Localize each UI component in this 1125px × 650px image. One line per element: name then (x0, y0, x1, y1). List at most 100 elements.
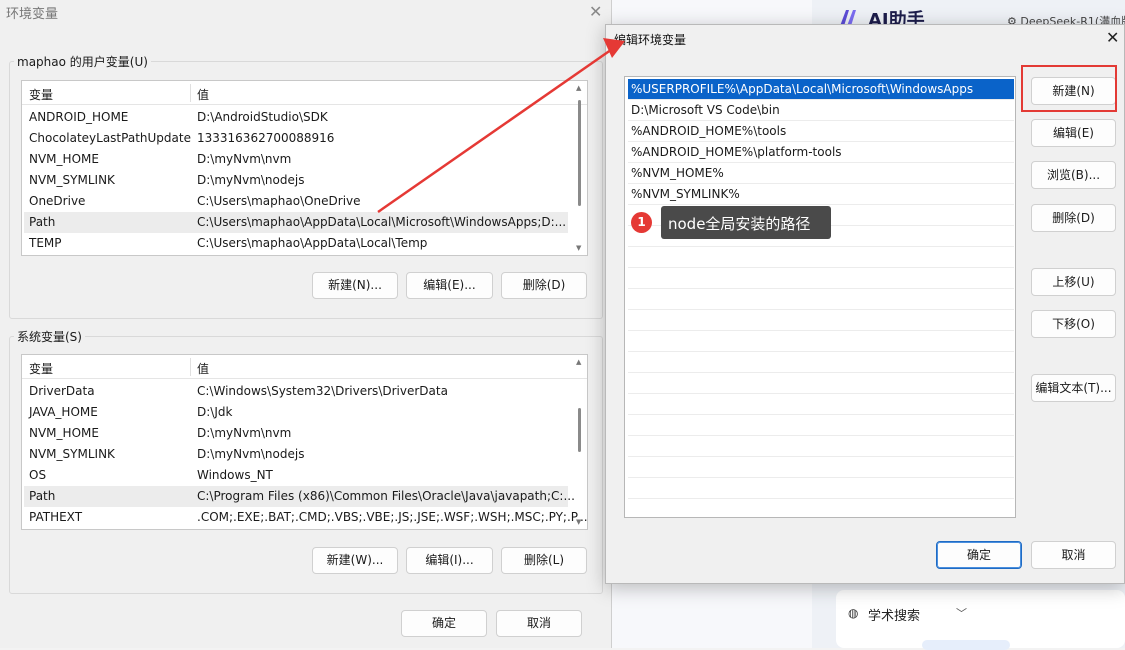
user-new-button[interactable]: 新建(N)... (312, 272, 398, 299)
column-header-value[interactable]: 值 (197, 360, 209, 377)
table-row[interactable]: OS Windows_NT (24, 465, 568, 486)
delete-path-button[interactable]: 删除(D) (1031, 204, 1116, 232)
variable-value: C:\Users\maphao\OneDrive (197, 194, 361, 208)
system-variables-list[interactable]: 变量 值 DriverData C:\Windows\System32\Drive… (21, 354, 588, 530)
path-list[interactable]: %USERPROFILE%\AppData\Local\Microsoft\Wi… (624, 76, 1016, 518)
table-row[interactable]: NVM_SYMLINK D:\myNvm\nodejs (24, 170, 568, 191)
table-row[interactable]: Path C:\Program Files (x86)\Common Files\… (24, 486, 575, 507)
close-icon[interactable]: ✕ (589, 2, 602, 21)
browse-button[interactable]: 浏览(B)... (1031, 161, 1116, 189)
environment-variables-window: 环境变量 ✕ maphao 的用户变量(U) 变量 值 ANDROID_HOME… (0, 0, 612, 648)
dialog-cancel-button[interactable]: 取消 (1031, 541, 1116, 569)
path-text: %USERPROFILE%\AppData\Local\Microsoft\Wi… (631, 82, 974, 96)
cancel-button[interactable]: 取消 (496, 610, 582, 637)
column-header-value[interactable]: 值 (197, 86, 209, 103)
annotation-badge: 1 (631, 212, 652, 233)
path-item[interactable]: %NVM_SYMLINK% (628, 184, 1014, 205)
table-row[interactable]: NVM_HOME D:\myNvm\nvm (24, 423, 568, 444)
empty-path-row[interactable] (628, 247, 1014, 268)
empty-path-row[interactable] (628, 499, 1014, 517)
variable-name: ChocolateyLastPathUpdate (29, 131, 191, 145)
scroll-up-icon[interactable]: ▲ (576, 84, 581, 92)
column-header-variable[interactable]: 变量 (29, 360, 53, 377)
table-row[interactable]: TEMP C:\Users\maphao\AppData\Local\Temp (24, 233, 568, 254)
empty-path-row[interactable] (628, 436, 1014, 457)
new-button-highlight (1021, 65, 1117, 112)
empty-path-row[interactable] (628, 331, 1014, 352)
close-icon[interactable]: ✕ (1106, 28, 1119, 47)
variable-name: NVM_SYMLINK (29, 447, 115, 461)
path-text: D:\Microsoft VS Code\bin (631, 103, 780, 117)
variable-value: C:\Users\maphao\AppData\Local\Microsoft\… (197, 215, 567, 229)
variable-name: TEMP (29, 236, 62, 250)
tooltip-text: node全局安装的路径 (668, 215, 811, 233)
scroll-thumb[interactable] (578, 408, 581, 452)
variable-value: D:\AndroidStudio\SDK (197, 110, 328, 124)
scroll-down-icon[interactable]: ▼ (576, 518, 581, 526)
table-row[interactable]: OneDrive C:\Users\maphao\OneDrive (24, 191, 568, 212)
empty-path-row[interactable] (628, 310, 1014, 331)
variable-name: NVM_HOME (29, 152, 99, 166)
path-item[interactable]: %NVM_HOME% (628, 163, 1014, 184)
system-new-button[interactable]: 新建(W)... (312, 547, 398, 574)
search-mode-icon: ◍ (848, 606, 859, 620)
scroll-down-icon[interactable]: ▼ (576, 244, 581, 252)
annotation-tooltip: node全局安装的路径 (661, 206, 831, 239)
empty-path-row[interactable] (628, 268, 1014, 289)
variable-name: ANDROID_HOME (29, 110, 129, 124)
dialog-ok-button[interactable]: 确定 (936, 541, 1022, 569)
empty-path-row[interactable] (628, 415, 1014, 436)
column-header-variable[interactable]: 变量 (29, 86, 53, 103)
path-text: %ANDROID_HOME%\tools (631, 124, 787, 138)
system-edit-button[interactable]: 编辑(I)... (406, 547, 493, 574)
scroll-thumb[interactable] (578, 100, 581, 206)
table-row[interactable]: DriverData C:\Windows\System32\Drivers\Dr… (24, 381, 568, 402)
edit-path-button[interactable]: 编辑(E) (1031, 119, 1116, 147)
path-item[interactable]: %ANDROID_HOME%\tools (628, 121, 1014, 142)
table-row[interactable]: Path C:\Users\maphao\AppData\Local\Micros… (24, 212, 568, 233)
window-title: 环境变量 (6, 7, 59, 22)
user-variables-list[interactable]: 变量 值 ANDROID_HOME D:\AndroidStudio\SDK Cho… (21, 80, 588, 256)
empty-path-row[interactable] (628, 352, 1014, 373)
move-up-button[interactable]: 上移(U) (1031, 268, 1116, 296)
search-pill (922, 640, 1010, 650)
path-item[interactable]: %ANDROID_HOME%\platform-tools (628, 142, 1014, 163)
table-row[interactable]: JAVA_HOME D:\Jdk (24, 402, 568, 423)
user-delete-button[interactable]: 删除(D) (501, 272, 587, 299)
variable-value: C:\Program Files (x86)\Common Files\Orac… (197, 489, 575, 503)
variable-value: C:\Windows\System32\Drivers\DriverData (197, 384, 448, 398)
academic-search-card[interactable]: ◍ 学术搜索 ﹀ (836, 590, 1125, 650)
variable-value: D:\myNvm\nodejs (197, 447, 305, 461)
empty-path-row[interactable] (628, 457, 1014, 478)
vertical-scrollbar[interactable]: ▲ ▼ (574, 82, 586, 254)
variable-name: DriverData (29, 384, 95, 398)
table-row[interactable]: ANDROID_HOME D:\AndroidStudio\SDK (24, 107, 568, 128)
ok-button[interactable]: 确定 (401, 610, 487, 637)
variable-name: NVM_SYMLINK (29, 173, 115, 187)
vertical-scrollbar[interactable]: ▲ ▼ (574, 356, 586, 528)
system-delete-button[interactable]: 删除(L) (501, 547, 587, 574)
path-item[interactable]: D:\Microsoft VS Code\bin (628, 100, 1014, 121)
variable-name: Path (29, 215, 56, 229)
table-row[interactable]: PATHEXT .COM;.EXE;.BAT;.CMD;.VBS;.VBE;.JS… (24, 507, 587, 528)
scroll-up-icon[interactable]: ▲ (576, 358, 581, 366)
empty-path-row[interactable] (628, 394, 1014, 415)
edit-text-button[interactable]: 编辑文本(T)... (1031, 374, 1116, 402)
list-header: 变量 值 (22, 81, 587, 105)
empty-path-row[interactable] (628, 478, 1014, 499)
table-row[interactable]: NVM_SYMLINK D:\myNvm\nodejs (24, 444, 568, 465)
variable-value: D:\myNvm\nvm (197, 426, 292, 440)
chevron-down-icon: ﹀ (956, 607, 967, 620)
move-down-button[interactable]: 下移(O) (1031, 310, 1116, 338)
empty-path-row[interactable] (628, 289, 1014, 310)
dialog-title: 编辑环境变量 (614, 33, 687, 47)
path-item[interactable]: %USERPROFILE%\AppData\Local\Microsoft\Wi… (628, 79, 1014, 100)
table-row[interactable]: ChocolateyLastPathUpdate 1333163627000889… (24, 128, 568, 149)
user-edit-button[interactable]: 编辑(E)... (406, 272, 493, 299)
variable-value: D:\myNvm\nvm (197, 152, 292, 166)
variable-value: .COM;.EXE;.BAT;.CMD;.VBS;.VBE;.JS;.JSE;.… (197, 510, 588, 524)
variable-value: 133316362700088916 (197, 131, 335, 145)
table-row[interactable]: NVM_HOME D:\myNvm\nvm (24, 149, 568, 170)
empty-path-row[interactable] (628, 373, 1014, 394)
variable-value: C:\Users\maphao\AppData\Local\Temp (197, 236, 428, 250)
